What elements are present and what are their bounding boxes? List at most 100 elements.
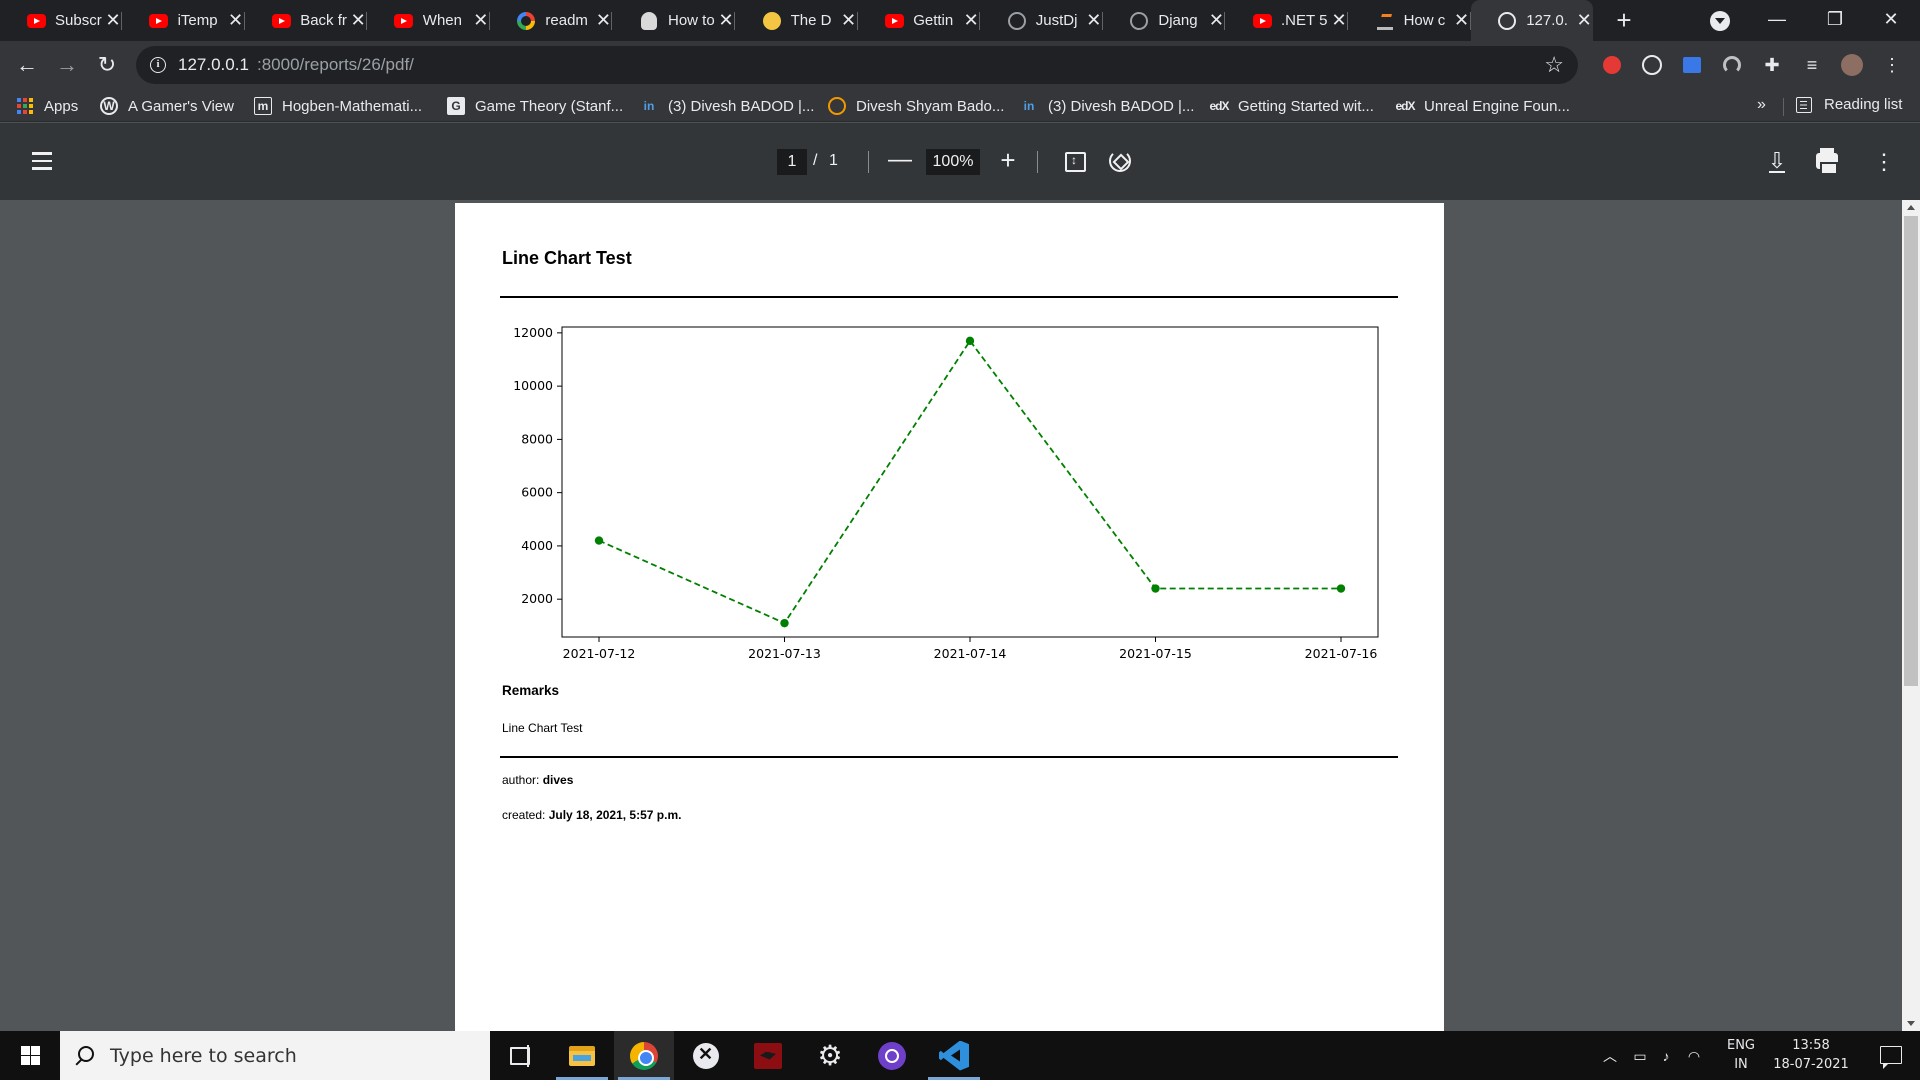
forward-button[interactable]: → — [50, 49, 84, 83]
tab-search-button[interactable] — [1710, 11, 1730, 31]
task-view-button[interactable] — [490, 1031, 550, 1080]
reading-list-icon — [1796, 96, 1812, 113]
close-tab-icon[interactable]: ✕ — [1329, 10, 1349, 30]
close-tab-icon[interactable]: ✕ — [1452, 10, 1472, 30]
browser-tab[interactable]: Gettin ✕ — [858, 0, 981, 41]
column-icon: m — [254, 97, 272, 115]
site-info-icon[interactable]: i — [150, 57, 166, 73]
vertical-scrollbar[interactable] — [1902, 200, 1920, 1031]
profile-avatar[interactable] — [1841, 54, 1863, 76]
vscode-button[interactable] — [924, 1031, 984, 1080]
download-icon[interactable]: ⇩ — [1766, 150, 1788, 174]
browser-tab[interactable]: When ✕ — [368, 0, 490, 41]
close-tab-icon[interactable]: ✕ — [1084, 10, 1104, 30]
extension-arc-icon[interactable] — [1723, 56, 1741, 74]
browser-tab[interactable]: .NET 5 ✕ — [1226, 0, 1348, 41]
browser-tab[interactable]: JustDj ✕ — [981, 0, 1103, 41]
tab-title: Djang — [1158, 12, 1198, 29]
close-tab-icon[interactable]: ✕ — [226, 10, 246, 30]
bookmark-item[interactable]: Apps — [16, 96, 78, 116]
bookmarks-divider — [1783, 98, 1784, 116]
language-indicator[interactable]: ENG IN — [1723, 1036, 1759, 1074]
scroll-up-arrow-icon[interactable] — [1907, 205, 1915, 210]
menu-icon[interactable] — [32, 152, 52, 170]
bookmark-item[interactable]: in (3) Divesh BADOD |... — [1020, 96, 1195, 116]
bookmark-star-icon[interactable]: ☆ — [1544, 52, 1564, 78]
scroll-down-arrow-icon[interactable] — [1907, 1021, 1915, 1026]
chevron-up-icon[interactable]: ︿ — [1600, 1047, 1620, 1065]
author-value: dives — [542, 773, 574, 787]
close-tab-icon[interactable]: ✕ — [593, 10, 613, 30]
extensions-puzzle-icon[interactable]: ✚ — [1760, 53, 1784, 77]
back-button[interactable]: ← — [10, 49, 44, 83]
start-button[interactable] — [0, 1031, 60, 1080]
close-tab-icon[interactable]: ✕ — [471, 10, 491, 30]
maximize-button[interactable]: ❐ — [1806, 0, 1864, 41]
xbox-button[interactable] — [676, 1031, 736, 1080]
media-control-icon[interactable]: ≡ — [1800, 53, 1824, 77]
close-tab-icon[interactable]: ✕ — [348, 10, 368, 30]
taskbar-search-box[interactable]: Type here to search — [60, 1031, 490, 1080]
browser-tab[interactable]: How to ✕ — [613, 0, 735, 41]
bookmark-item[interactable]: m Hogben-Mathemati... — [254, 96, 422, 116]
file-explorer-button[interactable] — [552, 1031, 612, 1080]
zoom-out-button[interactable]: — — [888, 148, 912, 174]
scrollbar-thumb[interactable] — [1904, 216, 1918, 686]
reload-button[interactable]: ↻ — [90, 49, 124, 83]
bookmarks-overflow-button[interactable]: » — [1757, 96, 1766, 114]
rotate-icon[interactable] — [1109, 150, 1131, 172]
emoji-icon — [762, 11, 782, 31]
bookmark-item[interactable]: edX Unreal Engine Foun... — [1396, 96, 1570, 116]
game-app-button[interactable] — [738, 1031, 798, 1080]
clock[interactable]: 13:58 18-07-2021 — [1766, 1036, 1856, 1074]
browser-tab[interactable]: Subscr ✕ — [0, 0, 122, 41]
bookmark-item[interactable]: in (3) Divesh BADOD |... — [640, 96, 815, 116]
chrome-button[interactable] — [614, 1031, 674, 1080]
volume-icon[interactable]: ♪ — [1656, 1047, 1676, 1065]
github-desktop-button[interactable] — [862, 1031, 922, 1080]
browser-tab[interactable]: Djang ✕ — [1103, 0, 1226, 41]
print-icon[interactable] — [1816, 148, 1838, 175]
bookmark-item[interactable]: Divesh Shyam Bado... — [828, 96, 1004, 116]
battery-icon[interactable]: ▭ — [1630, 1047, 1650, 1065]
wifi-icon[interactable]: ◠ — [1684, 1047, 1704, 1065]
bookmark-label: (3) Divesh BADOD |... — [1048, 97, 1195, 115]
bookmark-item[interactable]: G Game Theory (Stanf... — [447, 96, 623, 116]
browser-tab[interactable]: 127.0. ✕ — [1471, 0, 1594, 41]
address-bar[interactable]: i 127.0.0.1 :8000/reports/26/pdf/ ☆ — [136, 46, 1578, 84]
browser-tab[interactable]: Back fr ✕ — [245, 0, 368, 41]
bookmarks-bar: Apps W A Gamer's View m Hogben-Mathemati... G… — [0, 90, 1920, 122]
close-tab-icon[interactable]: ✕ — [1574, 10, 1594, 30]
zoom-level-input[interactable]: 100% — [926, 149, 980, 175]
browser-tab[interactable]: How c ✕ — [1349, 0, 1471, 41]
browser-tab[interactable]: readm ✕ — [490, 0, 613, 41]
browser-tab[interactable]: The D ✕ — [736, 0, 858, 41]
bookmark-item[interactable]: edX Getting Started wit... — [1210, 96, 1374, 116]
close-tab-icon[interactable]: ✕ — [103, 10, 123, 30]
browser-menu-icon[interactable]: ⋮ — [1880, 53, 1904, 77]
dragon-app-icon — [754, 1042, 782, 1069]
minimize-button[interactable]: — — [1748, 0, 1806, 41]
tab-title: 127.0. — [1526, 12, 1568, 29]
extension-blue-icon[interactable] — [1683, 57, 1701, 73]
notification-icon[interactable] — [1880, 1046, 1902, 1069]
title-divider — [500, 296, 1398, 298]
settings-button[interactable]: ⚙ — [800, 1031, 860, 1080]
new-tab-button[interactable]: + — [1610, 7, 1638, 35]
browser-tab[interactable]: iTemp ✕ — [123, 0, 245, 41]
fit-to-page-icon[interactable] — [1065, 152, 1086, 172]
extension-icon[interactable] — [1642, 55, 1662, 75]
reading-list-button[interactable]: Reading list — [1796, 96, 1902, 113]
close-window-button[interactable]: ✕ — [1862, 0, 1920, 41]
bookmark-item[interactable]: W A Gamer's View — [100, 96, 234, 116]
pdf-more-icon[interactable]: ⋮ — [1873, 151, 1895, 173]
close-tab-icon[interactable]: ✕ — [1206, 10, 1226, 30]
zoom-in-button[interactable]: + — [997, 147, 1019, 174]
close-tab-icon[interactable]: ✕ — [839, 10, 859, 30]
adblock-extension-icon[interactable] — [1603, 56, 1621, 74]
linkedin-icon: in — [1023, 99, 1035, 113]
page-number-input[interactable]: 1 — [777, 149, 807, 175]
close-tab-icon[interactable]: ✕ — [716, 10, 736, 30]
youtube-icon — [149, 11, 169, 31]
close-tab-icon[interactable]: ✕ — [961, 10, 981, 30]
